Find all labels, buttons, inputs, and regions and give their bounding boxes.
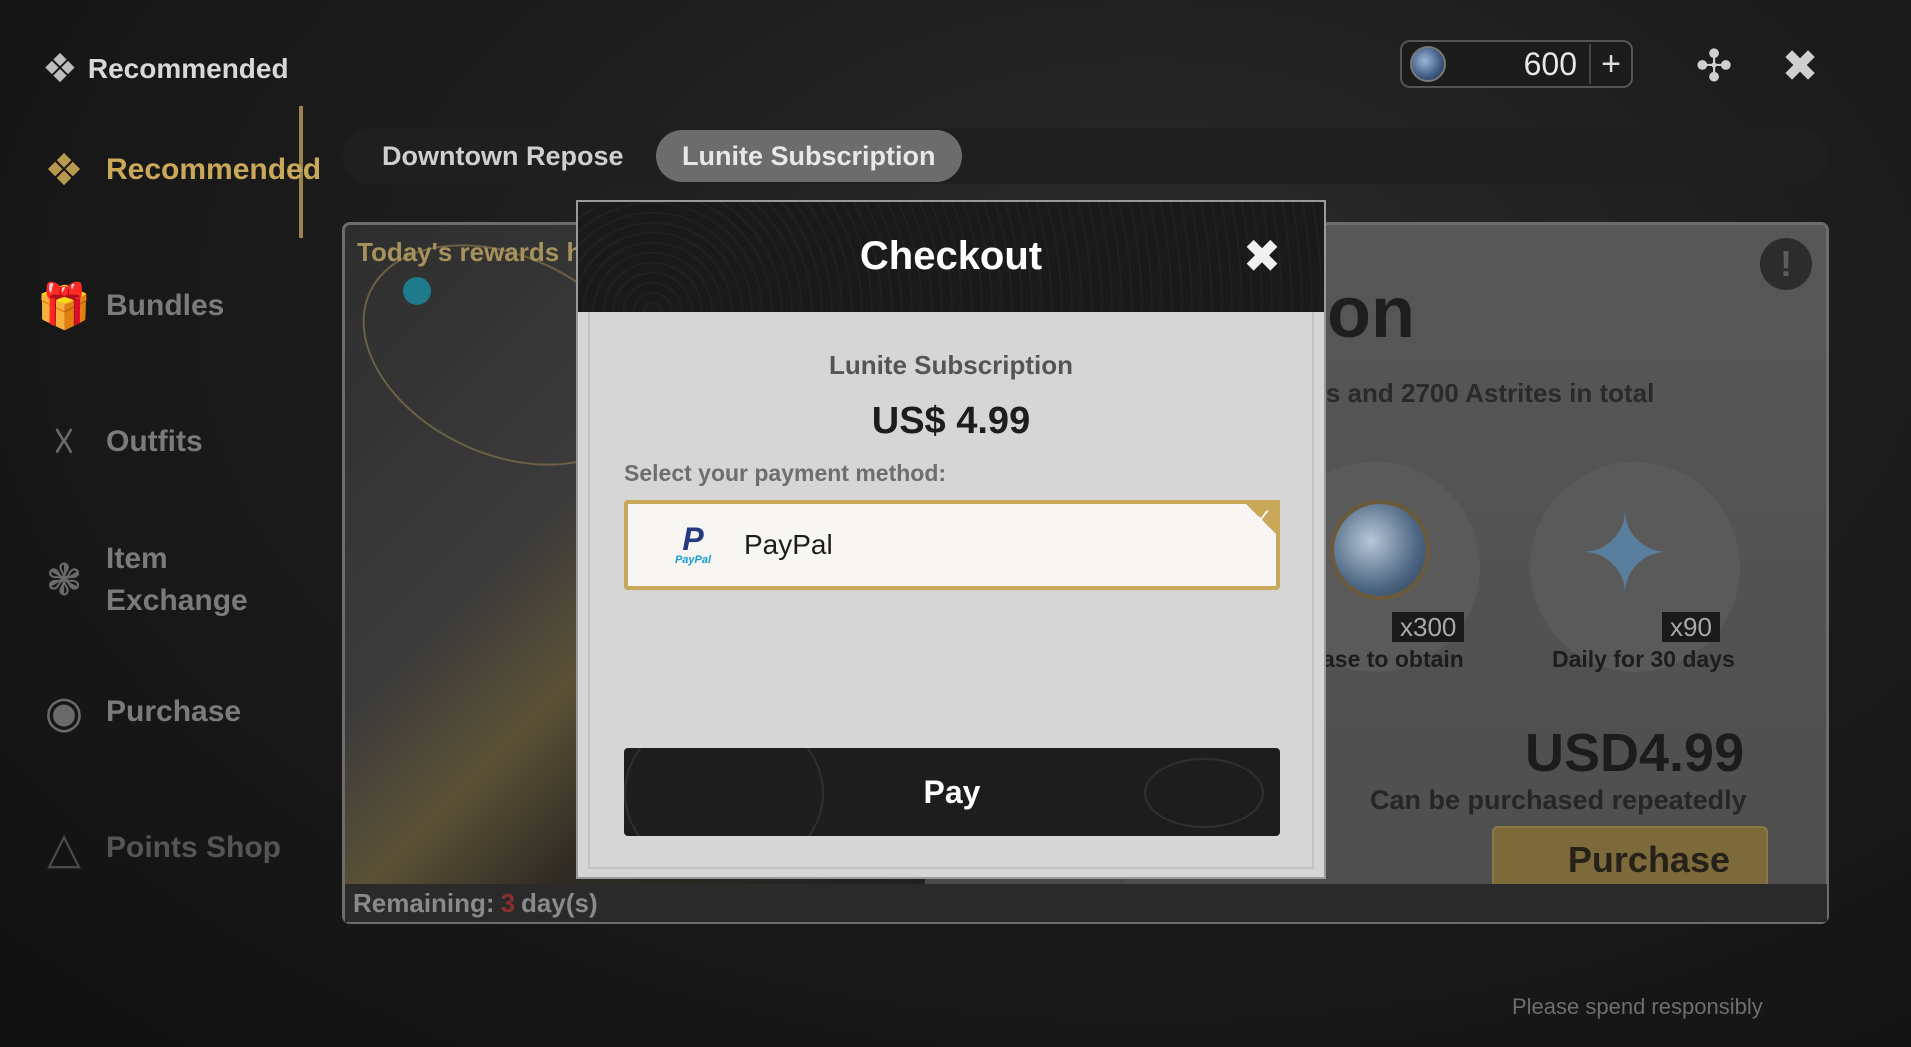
checkmark-icon: ✓ bbox=[1255, 506, 1272, 528]
product-price: US$ 4.99 bbox=[871, 400, 1031, 442]
close-icon[interactable]: ✖ bbox=[1772, 38, 1828, 94]
astrite-star-icon: ✦ bbox=[1578, 493, 1672, 616]
sidebar-item-label: Points Shop bbox=[106, 831, 281, 864]
remaining-days-bar: Remaining: 3 day(s) bbox=[345, 884, 1827, 922]
tab-downtown-repose[interactable]: Downtown Repose bbox=[356, 130, 650, 182]
sidebar-item-label: Bundles bbox=[106, 289, 225, 322]
tab-lunite-subscription[interactable]: Lunite Subscription bbox=[656, 130, 962, 182]
brand-label: Recommended bbox=[87, 53, 289, 84]
branch-icon: ❃ bbox=[45, 555, 83, 605]
sidebar-item-item-exchange[interactable]: ❃ Item Exchange bbox=[34, 538, 248, 622]
sidebar-item-purchase[interactable]: ◉ Purchase bbox=[34, 682, 241, 742]
sidebar-item-label: Recommended bbox=[106, 153, 322, 186]
sidebar-item-outfits[interactable]: ☓ Outfits bbox=[34, 412, 203, 472]
product-name: Lunite Subscription bbox=[828, 350, 1074, 380]
compass-icon[interactable]: ✣ bbox=[1686, 38, 1742, 94]
brand-header: ❖ Recommended bbox=[42, 46, 289, 92]
spend-responsibly-note: Please spend responsibly bbox=[1512, 994, 1763, 1019]
sidebar-item-label: Outfits bbox=[106, 425, 203, 458]
add-currency-button[interactable]: + bbox=[1589, 44, 1631, 84]
recommended-icon: ❖ bbox=[44, 145, 84, 195]
reward-b-label: Daily for 30 days bbox=[1552, 646, 1735, 672]
payment-option-paypal[interactable]: P PayPal PayPal ✓ bbox=[624, 500, 1280, 590]
gift-icon: 🎁 bbox=[36, 282, 92, 331]
close-icon[interactable]: ✖ bbox=[1238, 230, 1286, 282]
sidebar-item-label: Purchase bbox=[106, 695, 242, 728]
checkout-title: Checkout bbox=[859, 234, 1043, 278]
remaining-suffix: day(s) bbox=[521, 887, 598, 918]
purchase-orb-icon: ◉ bbox=[44, 687, 84, 737]
paypal-icon: P PayPal bbox=[674, 521, 712, 566]
remaining-prefix: Remaining: bbox=[353, 887, 495, 918]
reward-a-quantity: x300 bbox=[1392, 612, 1465, 642]
sidebar-item-points-shop[interactable]: △ Points Shop bbox=[34, 818, 281, 878]
triangle-icon: △ bbox=[47, 823, 81, 873]
payment-option-label: PayPal bbox=[744, 529, 833, 560]
currency-amount: 600 bbox=[1523, 45, 1577, 82]
pay-button-decoration bbox=[1144, 758, 1264, 828]
lunite-coin-icon bbox=[1410, 46, 1446, 82]
checkout-dialog: Checkout ✖ Lunite Subscription US$ 4.99 … bbox=[576, 200, 1326, 879]
info-button[interactable]: ! bbox=[1760, 238, 1812, 290]
currency-display: 600 + bbox=[1400, 40, 1633, 88]
lunite-orb-icon bbox=[1330, 500, 1430, 600]
rewards-title: Today's rewards h bbox=[357, 237, 583, 267]
sidebar-item-label: Item Exchange bbox=[106, 542, 248, 617]
reward-a-label: ase to obtain bbox=[1322, 646, 1464, 672]
sidebar-item-recommended[interactable]: ❖ Recommended bbox=[34, 140, 321, 200]
payment-method-prompt: Select your payment method: bbox=[624, 460, 947, 486]
card-price: USD4.99 bbox=[1525, 723, 1745, 783]
sidebar-item-bundles[interactable]: 🎁 Bundles bbox=[34, 276, 225, 336]
paypal-wordmark: PayPal bbox=[674, 554, 712, 566]
orbit-dot bbox=[403, 277, 431, 305]
remaining-days-count: 3 bbox=[500, 887, 516, 918]
shirt-icon: ☓ bbox=[52, 417, 76, 467]
pay-button-label: Pay bbox=[923, 773, 981, 810]
reward-b-quantity: x90 bbox=[1662, 612, 1720, 642]
recommended-icon: ❖ bbox=[42, 47, 78, 91]
pay-button-decoration bbox=[624, 748, 824, 836]
pay-button[interactable]: Pay bbox=[624, 748, 1280, 836]
card-price-note: Can be purchased repeatedly bbox=[1370, 785, 1747, 815]
